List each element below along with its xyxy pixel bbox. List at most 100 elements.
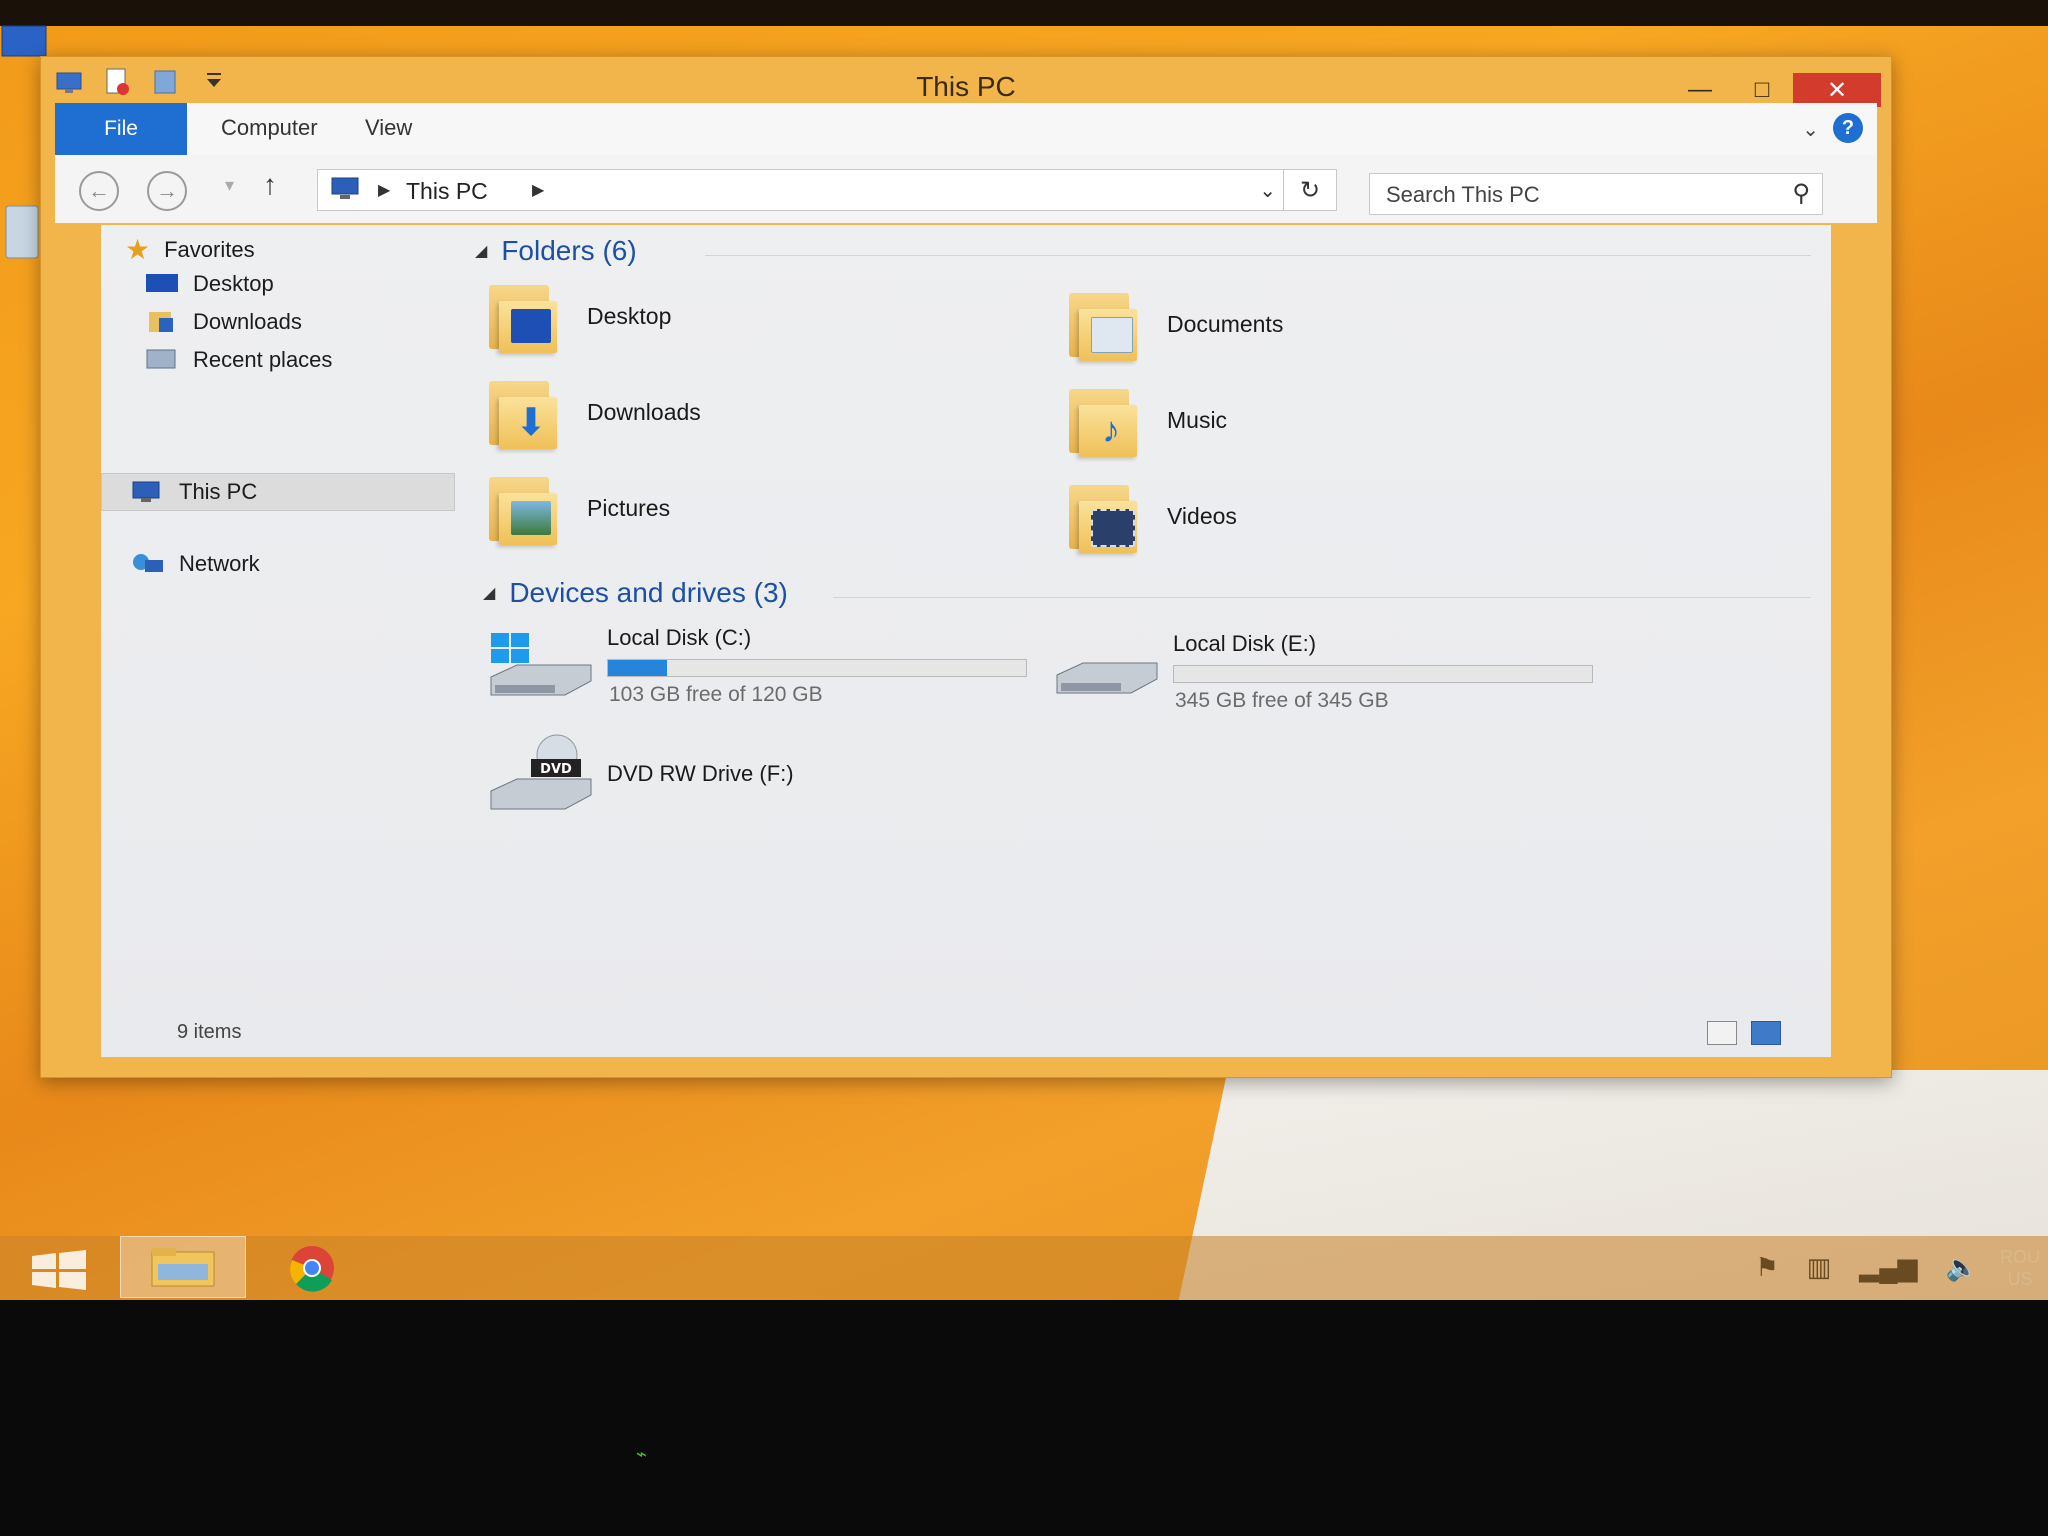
folder-label: Videos xyxy=(1167,502,1237,529)
input-language-indicator[interactable]: ROU US xyxy=(2000,1246,2040,1290)
ribbon-expand-icon[interactable]: ⌄ xyxy=(1802,117,1819,142)
drive-usage-bar xyxy=(607,659,1027,677)
items-view: ◢ Folders (6) Desktop Documents ⬇ Downlo… xyxy=(461,225,1831,1057)
back-button[interactable]: ← xyxy=(79,171,119,211)
drive-free-space: 103 GB free of 120 GB xyxy=(609,683,823,706)
downloads-folder-icon: ⬇ xyxy=(485,375,559,449)
sidebar-item-label: Desktop xyxy=(193,271,274,296)
folder-tile-desktop[interactable]: Desktop xyxy=(485,279,671,353)
downloads-folder-icon xyxy=(149,312,173,332)
network-signal-icon[interactable]: ▂▄▆ xyxy=(1859,1252,1917,1283)
collapse-triangle-icon[interactable]: ◢ xyxy=(475,241,487,261)
system-tray: ⚑ ▥ ▂▄▆ 🔈 xyxy=(1755,1252,1978,1283)
drives-group-header[interactable]: ◢ Devices and drives (3) xyxy=(483,577,788,609)
desktop-icon xyxy=(146,274,178,292)
taskbar-file-explorer[interactable] xyxy=(120,1236,246,1298)
computer-icon xyxy=(331,177,359,199)
view-switcher xyxy=(1707,1021,1781,1045)
network-icon xyxy=(133,554,163,572)
breadcrumb-this-pc[interactable]: This PC xyxy=(406,178,488,205)
monitor-bezel-top xyxy=(0,0,2048,26)
windows-logo-icon[interactable] xyxy=(28,1250,90,1290)
desktop-folder-icon xyxy=(485,279,559,353)
monitor-power-led-icon: ⌁ xyxy=(636,1444,647,1464)
forward-button[interactable]: → xyxy=(147,171,187,211)
close-button[interactable]: ✕ xyxy=(1793,73,1881,107)
folder-tile-pictures[interactable]: Pictures xyxy=(485,471,670,545)
drive-tile-c[interactable]: Local Disk (C:) 103 GB free of 120 GB xyxy=(487,625,1047,715)
recent-locations-dropdown[interactable]: ▾ xyxy=(225,175,234,196)
desktop: This PC — □ ✕ File Computer View ⌄ ? ← →… xyxy=(0,0,2048,1300)
sidebar-item-this-pc[interactable]: This PC xyxy=(131,479,257,505)
drive-name: DVD RW Drive (F:) xyxy=(607,761,794,786)
tab-computer[interactable]: Computer xyxy=(221,115,318,141)
breadcrumb-separator-icon[interactable]: ▶ xyxy=(532,180,544,200)
drive-name: Local Disk (C:) xyxy=(607,625,752,650)
folder-tile-music[interactable]: ♪ Music xyxy=(1065,383,1227,457)
group-title: Folders (6) xyxy=(501,235,637,266)
minimize-button[interactable]: — xyxy=(1669,73,1731,107)
folder-label: Music xyxy=(1167,406,1228,433)
tab-file[interactable]: File xyxy=(55,103,187,155)
sidebar-item-label: Recent places xyxy=(193,347,333,372)
search-box[interactable]: ⚲ xyxy=(1369,173,1823,215)
documents-folder-icon xyxy=(1065,287,1139,361)
navigation-bar: ← → ▾ ↑ ▶ This PC ▶ ⌄ ↻ ⚲ xyxy=(55,155,1877,223)
folders-group-header[interactable]: ◢ Folders (6) xyxy=(475,235,637,267)
maximize-button[interactable]: □ xyxy=(1731,73,1793,107)
sidebar-item-downloads[interactable]: Downloads xyxy=(145,309,302,335)
explorer-window: This PC — □ ✕ File Computer View ⌄ ? ← →… xyxy=(40,56,1892,1078)
details-view-icon[interactable] xyxy=(1707,1021,1737,1045)
help-icon[interactable]: ? xyxy=(1833,113,1863,143)
tab-view[interactable]: View xyxy=(365,115,412,141)
drive-free-space: 345 GB free of 345 GB xyxy=(1175,689,1389,712)
keyboard-layout-code: US xyxy=(2007,1269,2033,1289)
folder-tile-videos[interactable]: Videos xyxy=(1065,479,1237,553)
folder-label: Pictures xyxy=(587,494,671,521)
drive-tile-f[interactable]: DVD DVD RW Drive (F:) xyxy=(487,733,1047,823)
collapse-triangle-icon[interactable]: ◢ xyxy=(483,583,495,603)
dvd-icon: DVD xyxy=(490,734,592,810)
refresh-button[interactable]: ↻ xyxy=(1283,170,1336,210)
language-code: ROU xyxy=(2000,1247,2040,1267)
address-history-dropdown[interactable]: ⌄ xyxy=(1259,178,1276,203)
navigation-pane: ★ Favorites Desktop Downloads Recent pla… xyxy=(101,225,461,1057)
group-divider xyxy=(833,597,1811,598)
devices-icon[interactable]: ▥ xyxy=(1807,1252,1832,1283)
music-folder-icon: ♪ xyxy=(1065,383,1139,457)
drive-usage-fill xyxy=(608,660,667,676)
sidebar-item-label: Favorites xyxy=(164,236,255,262)
svg-text:DVD: DVD xyxy=(540,762,572,777)
item-count: 9 items xyxy=(177,1021,242,1043)
search-input[interactable] xyxy=(1384,180,1768,210)
sidebar-item-desktop[interactable]: Desktop xyxy=(145,271,274,297)
sidebar-item-favorites[interactable]: ★ Favorites xyxy=(125,233,255,266)
address-bar[interactable]: ▶ This PC ▶ ⌄ ↻ xyxy=(317,169,1337,211)
taskbar-chrome[interactable] xyxy=(282,1244,342,1292)
breadcrumb-separator-icon[interactable]: ▶ xyxy=(378,180,390,200)
group-title: Devices and drives (3) xyxy=(509,577,788,608)
search-icon[interactable]: ⚲ xyxy=(1792,179,1810,208)
volume-icon[interactable]: 🔈 xyxy=(1946,1252,1978,1283)
sidebar-item-label: Network xyxy=(179,551,260,576)
sidebar-item-network[interactable]: Network xyxy=(131,551,260,577)
drive-tile-e[interactable]: Local Disk (E:) 345 GB free of 345 GB xyxy=(1053,631,1613,721)
ribbon: File Computer View ⌄ ? xyxy=(55,103,1877,156)
large-icons-view-icon[interactable] xyxy=(1751,1021,1781,1045)
window-title: This PC xyxy=(916,71,1016,102)
folder-label: Downloads xyxy=(587,398,701,425)
folder-label: Desktop xyxy=(587,302,672,329)
group-divider xyxy=(705,255,1811,256)
content-area: ★ Favorites Desktop Downloads Recent pla… xyxy=(101,225,1831,1057)
up-button[interactable]: ↑ xyxy=(263,169,277,201)
computer-icon xyxy=(132,481,160,502)
recent-places-icon xyxy=(146,349,176,369)
folder-tile-downloads[interactable]: ⬇ Downloads xyxy=(485,375,701,449)
folder-tile-documents[interactable]: Documents xyxy=(1065,287,1283,361)
taskbar: ⚑ ▥ ▂▄▆ 🔈 ROU US xyxy=(0,1236,2048,1300)
drive-icon xyxy=(1056,662,1158,694)
videos-folder-icon xyxy=(1065,479,1139,553)
action-center-flag-icon[interactable]: ⚑ xyxy=(1755,1252,1778,1283)
sidebar-item-label: This PC xyxy=(179,479,258,504)
sidebar-item-recent-places[interactable]: Recent places xyxy=(145,347,332,373)
